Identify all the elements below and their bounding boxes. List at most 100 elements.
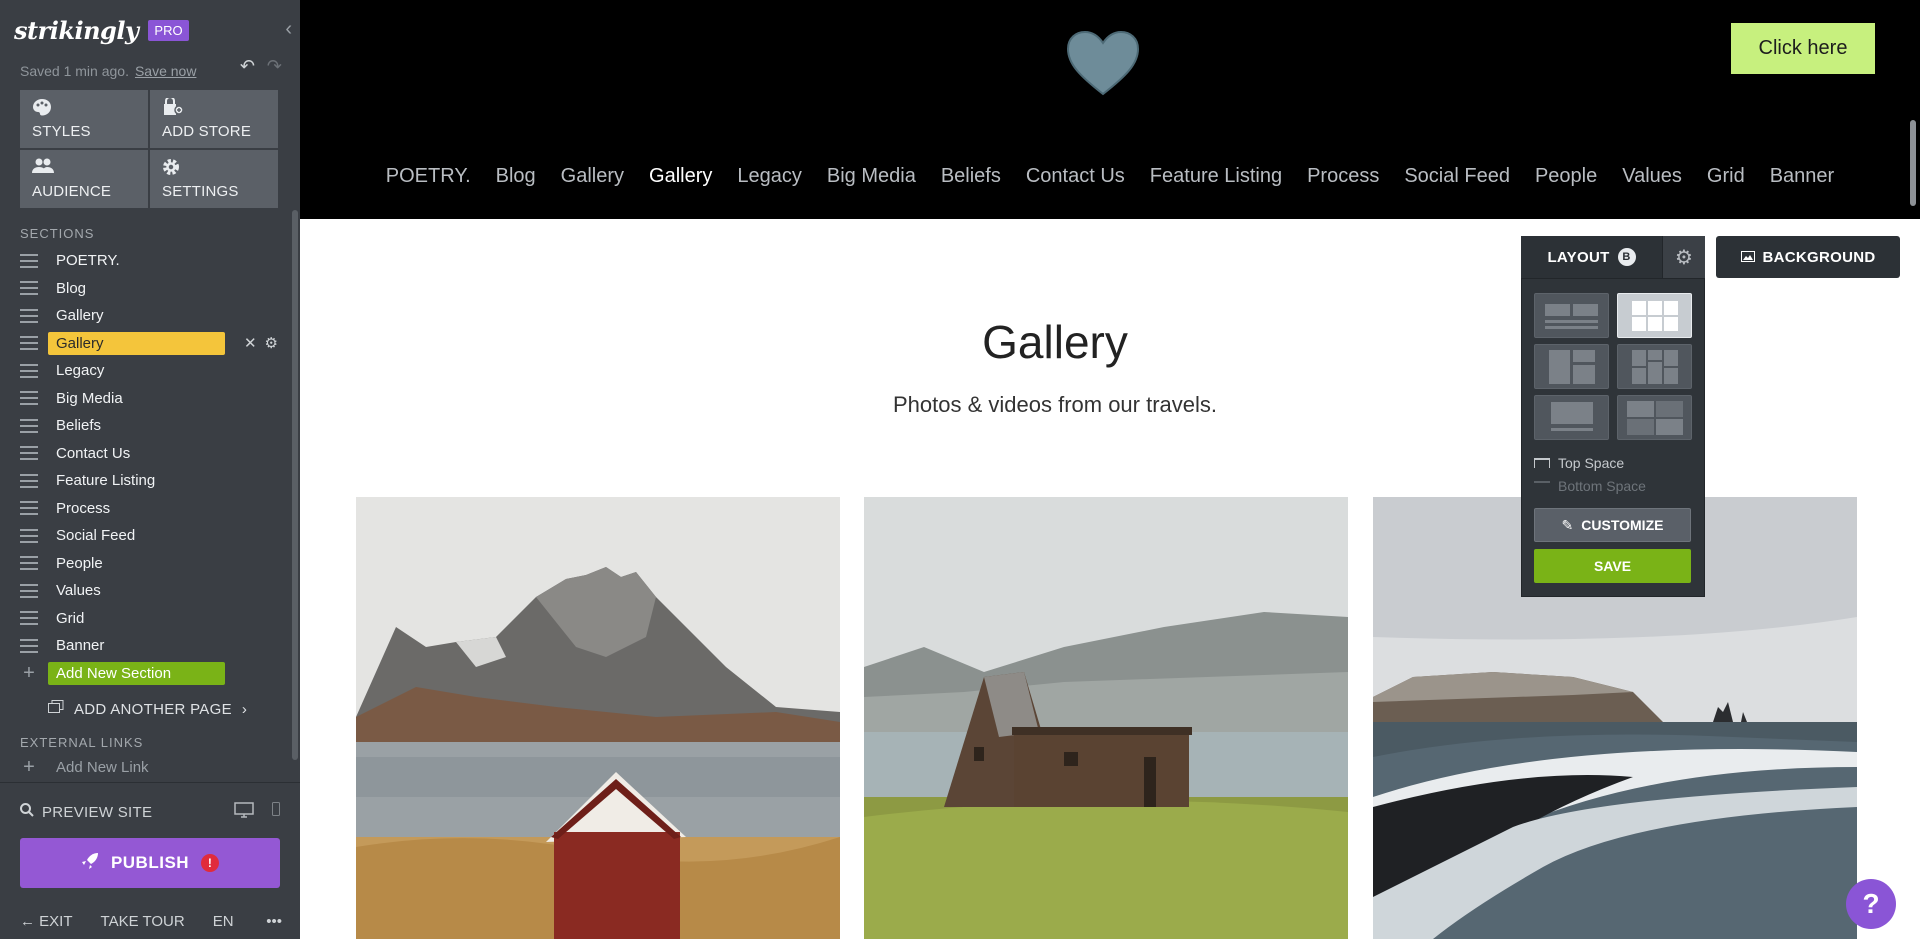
nav-link[interactable]: Social Feed	[1404, 165, 1510, 188]
strikingly-logo: strikingly	[14, 15, 139, 45]
layout-tab[interactable]: LAYOUT B	[1521, 236, 1662, 278]
language-button[interactable]: EN	[213, 913, 234, 930]
gallery-photo-2[interactable]	[864, 497, 1348, 939]
section-item[interactable]: Process	[20, 495, 278, 523]
preview-site-button[interactable]: PREVIEW SITE	[42, 804, 152, 821]
close-icon[interactable]: ✕	[244, 334, 257, 352]
more-options-icon[interactable]: •••	[266, 913, 282, 930]
nav-link[interactable]: POETRY.	[386, 165, 471, 188]
drag-handle-icon[interactable]	[20, 473, 38, 488]
section-item[interactable]: Feature Listing	[20, 467, 278, 495]
styles-button[interactable]: STYLES	[20, 90, 148, 148]
nav-link[interactable]: Values	[1622, 165, 1682, 188]
redo-icon[interactable]: ↷	[267, 56, 282, 77]
save-now-link[interactable]: Save now	[135, 63, 196, 79]
nav-link[interactable]: Beliefs	[941, 165, 1001, 188]
undo-redo-group: ↶ ↷	[240, 56, 282, 77]
drag-handle-icon[interactable]	[20, 418, 38, 433]
drag-handle-icon[interactable]	[20, 501, 38, 516]
customize-button[interactable]: ✎ CUSTOMIZE	[1534, 508, 1691, 542]
heart-logo-icon[interactable]	[1066, 30, 1140, 96]
add-new-section-button[interactable]: Add New Section	[48, 662, 225, 685]
section-item-label: Banner	[56, 637, 105, 655]
add-new-link-button[interactable]: + Add New Link	[20, 756, 148, 779]
section-item-label: Legacy	[56, 362, 105, 380]
nav-link[interactable]: Gallery	[649, 165, 712, 188]
drag-handle-icon[interactable]	[20, 528, 38, 543]
nav-link[interactable]: Feature Listing	[1150, 165, 1282, 188]
drag-handle-icon[interactable]	[20, 391, 38, 406]
background-button[interactable]: BACKGROUND	[1716, 236, 1900, 278]
add-store-button[interactable]: ADD STORE	[150, 90, 278, 148]
layout-option-masonry[interactable]	[1534, 344, 1609, 389]
mobile-icon[interactable]	[272, 802, 280, 822]
drag-handle-icon[interactable]	[20, 611, 38, 626]
bottom-space-toggle[interactable]: Bottom Space	[1534, 478, 1646, 494]
drag-handle-icon[interactable]	[20, 281, 38, 296]
layout-option-blocks[interactable]	[1617, 395, 1692, 440]
palette-icon	[32, 98, 136, 120]
publish-button[interactable]: PUBLISH !	[20, 838, 280, 888]
settings-button[interactable]: SETTINGS	[150, 150, 278, 208]
preview-scrollbar[interactable]	[1910, 120, 1916, 206]
audience-button[interactable]: AUDIENCE	[20, 150, 148, 208]
section-item[interactable]: Grid	[20, 605, 278, 633]
gallery-photo-1[interactable]	[356, 497, 840, 939]
drag-handle-icon[interactable]	[20, 308, 38, 323]
drag-handle-icon[interactable]	[20, 583, 38, 598]
drag-handle-icon[interactable]	[20, 253, 38, 268]
section-item[interactable]: Beliefs	[20, 412, 278, 440]
section-item[interactable]: Blog	[20, 275, 278, 303]
section-item[interactable]: POETRY.	[20, 247, 278, 275]
layout-option-mosaic[interactable]	[1617, 344, 1692, 389]
top-space-toggle[interactable]: Top Space	[1534, 455, 1624, 471]
layout-toolbar: LAYOUT B ⚙	[1521, 236, 1705, 278]
sidebar-scrollbar[interactable]	[292, 210, 298, 760]
gear-icon[interactable]: ⚙	[265, 334, 278, 352]
nav-link[interactable]: People	[1535, 165, 1597, 188]
take-tour-button[interactable]: TAKE TOUR	[101, 913, 185, 930]
drag-handle-icon[interactable]	[20, 638, 38, 653]
drag-handle-icon[interactable]	[20, 363, 38, 378]
collapse-sidebar-icon[interactable]: ‹	[285, 18, 292, 41]
drag-handle-icon[interactable]	[20, 336, 38, 351]
section-item[interactable]: Social Feed	[20, 522, 278, 550]
nav-link[interactable]: Grid	[1707, 165, 1745, 188]
section-item[interactable]: Contact Us	[20, 440, 278, 468]
layout-option-grid[interactable]	[1617, 293, 1692, 338]
section-item[interactable]: Values	[20, 577, 278, 605]
settings-label: SETTINGS	[162, 183, 239, 200]
section-item[interactable]: Legacy	[20, 357, 278, 385]
chevron-right-icon: ›	[241, 700, 248, 718]
nav-link[interactable]: Process	[1307, 165, 1379, 188]
nav-link[interactable]: Big Media	[827, 165, 916, 188]
save-layout-button[interactable]: SAVE	[1534, 549, 1691, 583]
desktop-icon[interactable]	[234, 802, 254, 822]
nav-link[interactable]: Blog	[496, 165, 536, 188]
section-item[interactable]: Gallery ✕ ⚙	[20, 330, 278, 358]
help-button[interactable]: ?	[1846, 879, 1896, 929]
drag-handle-icon[interactable]	[20, 556, 38, 571]
layout-option-single[interactable]	[1534, 395, 1609, 440]
sidebar-header: strikingly PRO ‹	[0, 0, 300, 60]
sidebar-tools: STYLES ADD STORE AUDIENCE SETTINGS	[20, 90, 278, 208]
nav-link[interactable]: Gallery	[561, 165, 624, 188]
nav-link[interactable]: Contact Us	[1026, 165, 1125, 188]
exit-button[interactable]: ← EXIT	[20, 913, 73, 930]
search-icon	[20, 803, 34, 821]
nav-link[interactable]: Banner	[1770, 165, 1835, 188]
section-settings-gear-icon[interactable]: ⚙	[1662, 236, 1705, 278]
undo-icon[interactable]: ↶	[240, 56, 255, 77]
section-item-label: Gallery	[48, 331, 225, 355]
section-item[interactable]: Big Media	[20, 385, 278, 413]
drag-handle-icon[interactable]	[20, 446, 38, 461]
section-item[interactable]: Banner	[20, 632, 278, 660]
add-another-page-button[interactable]: ADD ANOTHER PAGE ›	[48, 700, 247, 718]
plus-icon: +	[23, 756, 35, 778]
layout-option-two-rows[interactable]	[1534, 293, 1609, 338]
section-item[interactable]: Gallery	[20, 302, 278, 330]
nav-link[interactable]: Legacy	[737, 165, 802, 188]
click-here-button[interactable]: Click here	[1731, 23, 1875, 74]
section-item[interactable]: People	[20, 550, 278, 578]
device-toggle	[234, 802, 280, 822]
